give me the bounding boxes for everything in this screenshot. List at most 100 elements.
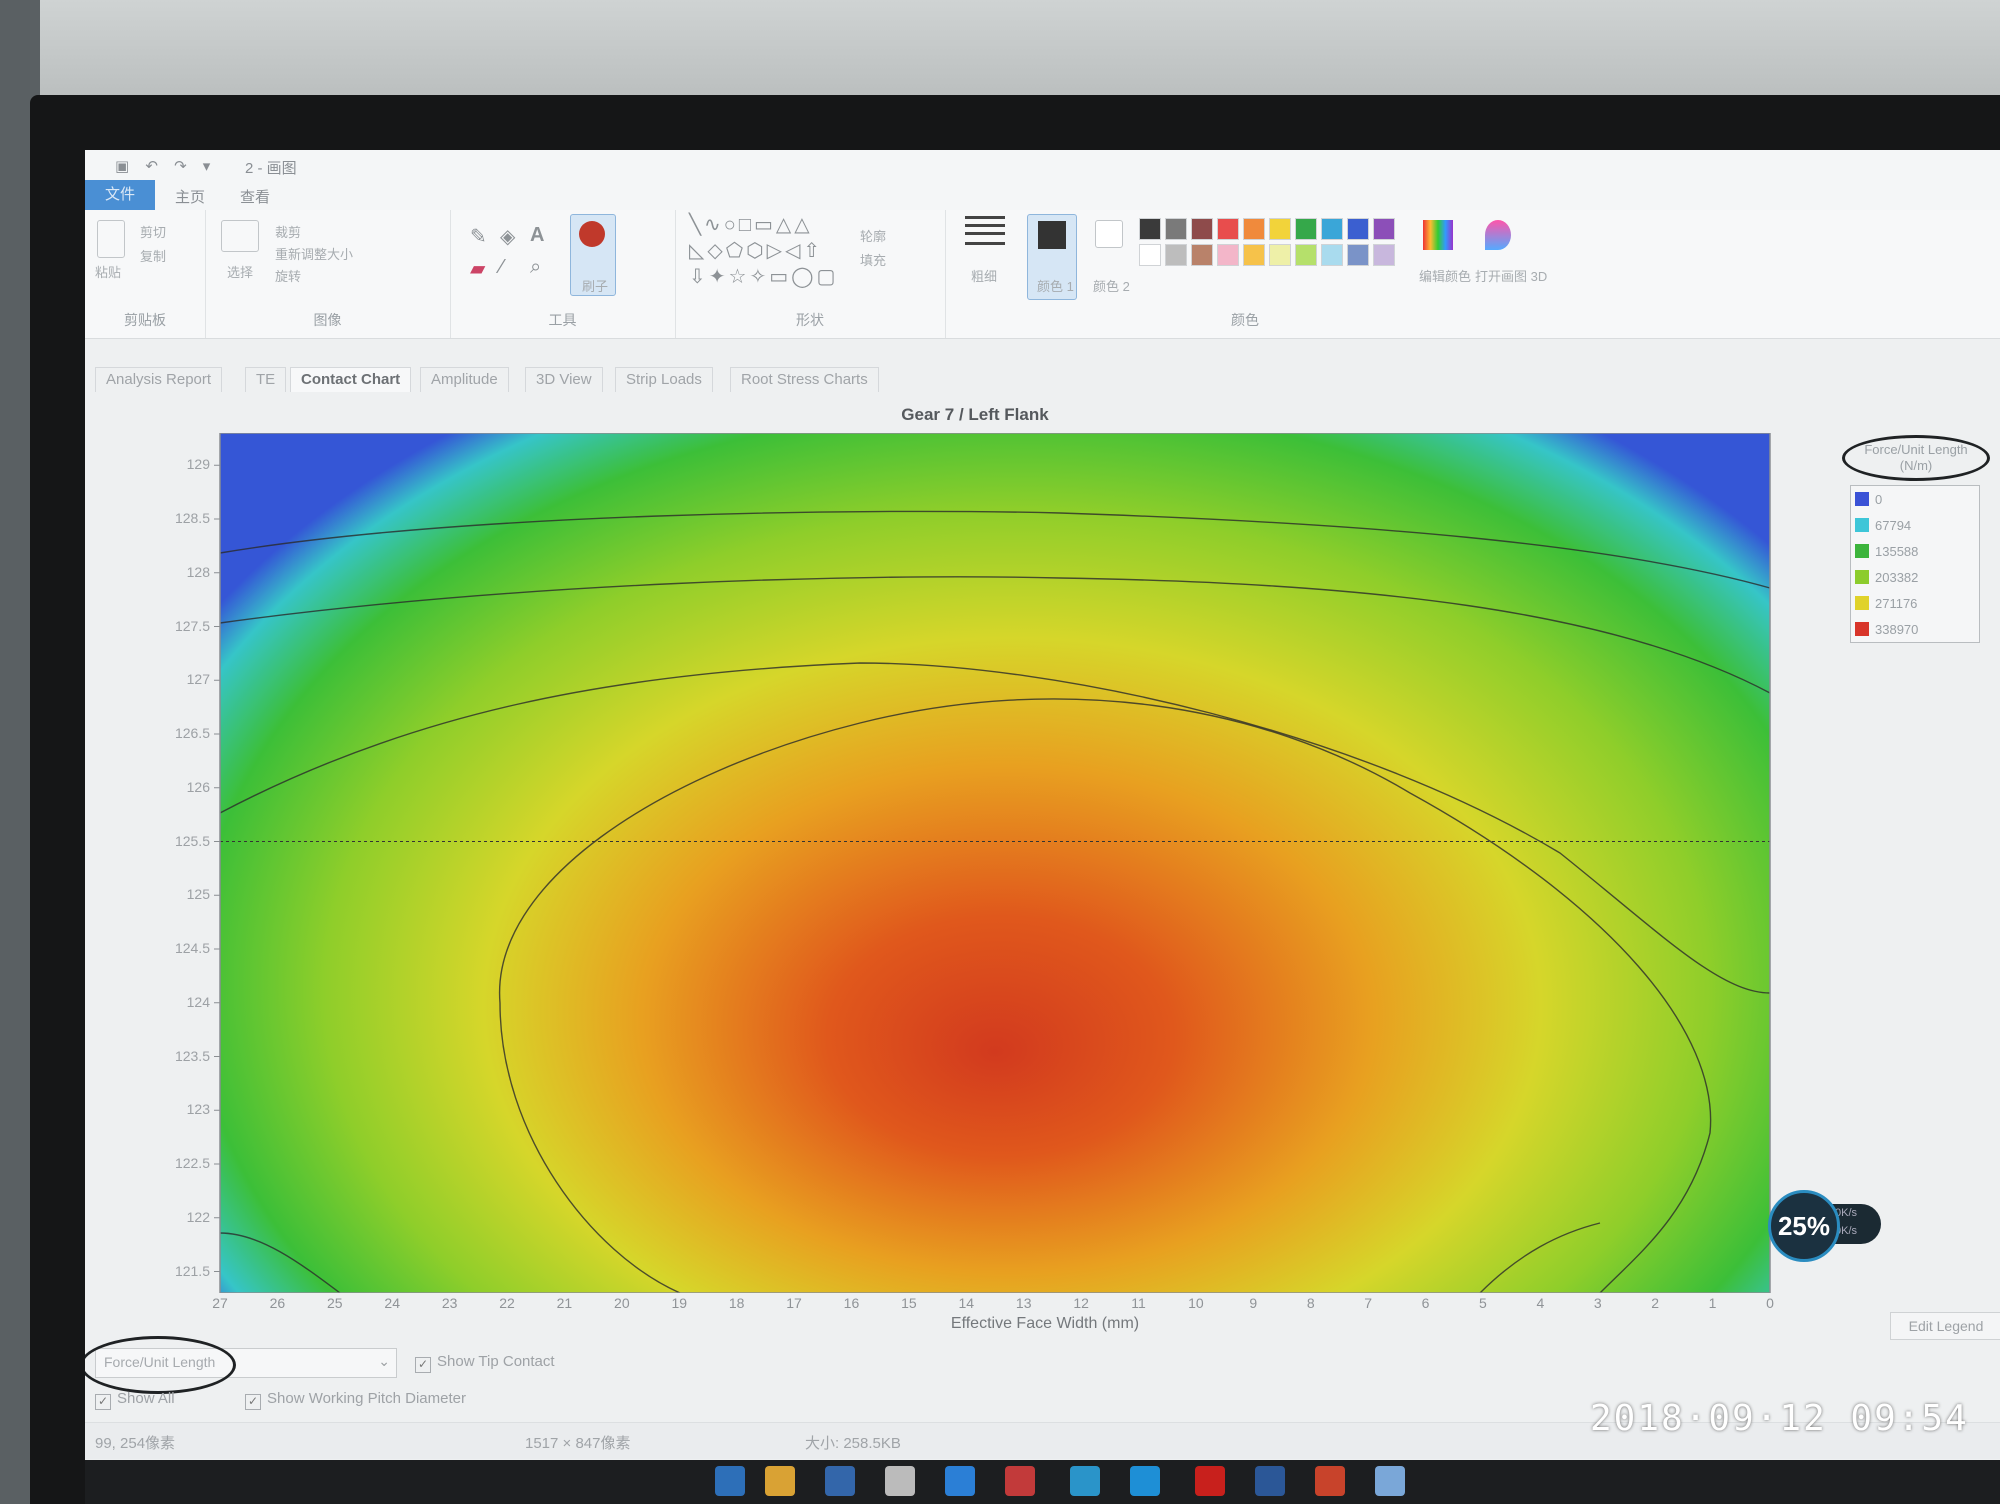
taskbar: [85, 1460, 2000, 1504]
taskbar-app-icon[interactable]: [1070, 1466, 1100, 1496]
tab-strip-loads[interactable]: Strip Loads: [615, 367, 713, 392]
legend-swatch: [1855, 570, 1869, 584]
palette-swatch[interactable]: [1373, 244, 1395, 266]
menu-home[interactable]: 主页: [175, 186, 205, 207]
select-label[interactable]: 选择: [227, 262, 253, 281]
title-bar: ▣ ↶ ↷ ▾ 2 - 画图: [85, 150, 2000, 180]
taskbar-skype-icon[interactable]: [1130, 1466, 1160, 1496]
color-picker-icon[interactable]: ⁄: [500, 256, 503, 279]
show-tip-contact-checkbox[interactable]: ✓ Show Tip Contact: [415, 1353, 555, 1373]
fill-icon[interactable]: ◈: [500, 224, 515, 249]
legend-items: 0 67794 135588 203382 271176 338970: [1850, 485, 1980, 643]
cursor-position: 99, 254像素: [95, 1435, 176, 1452]
quick-access-icons[interactable]: ▣ ↶ ↷ ▾: [115, 157, 216, 175]
palette-swatch[interactable]: [1243, 218, 1265, 240]
size-label[interactable]: 粗细: [971, 266, 997, 285]
taskbar-app-icon[interactable]: [825, 1466, 855, 1496]
palette-swatch[interactable]: [1217, 218, 1239, 240]
x-tick-label: 26: [269, 1295, 286, 1311]
tab-root-stress-charts[interactable]: Root Stress Charts: [730, 367, 879, 392]
outline-label[interactable]: 轮廓: [860, 226, 886, 245]
x-axis-label: Effective Face Width (mm): [950, 1315, 1140, 1332]
menu-file[interactable]: 文件: [85, 180, 155, 210]
speed-percent: 25%: [1768, 1190, 1840, 1262]
palette-swatch[interactable]: [1321, 218, 1343, 240]
edit-legend-button[interactable]: Edit Legend: [1890, 1312, 2000, 1340]
taskbar-app-icon[interactable]: [885, 1466, 915, 1496]
palette-swatch[interactable]: [1347, 218, 1369, 240]
tab-amplitude[interactable]: Amplitude: [420, 367, 509, 392]
taskbar-word-icon[interactable]: [1255, 1466, 1285, 1496]
legend-swatch: [1855, 492, 1869, 506]
legend-swatch: [1855, 622, 1869, 636]
stroke-size-icon[interactable]: [965, 216, 1005, 219]
legend-value: 338970: [1875, 621, 1919, 637]
palette-swatch[interactable]: [1165, 218, 1187, 240]
color2-label[interactable]: 颜色 2: [1093, 276, 1130, 295]
pencil-icon[interactable]: ✎: [470, 224, 487, 249]
edit-colors-label[interactable]: 编辑颜色: [1419, 266, 1471, 285]
taskbar-folder-icon[interactable]: [765, 1466, 795, 1496]
edit-colors-icon[interactable]: [1423, 220, 1453, 250]
palette-swatch[interactable]: [1269, 218, 1291, 240]
x-tick-label: 4: [1536, 1295, 1545, 1311]
palette-swatch[interactable]: [1295, 244, 1317, 266]
color2-swatch[interactable]: [1095, 220, 1123, 248]
resize-label[interactable]: 重新调整大小: [275, 244, 353, 263]
taskbar-app-icon[interactable]: [715, 1466, 745, 1496]
magnifier-icon[interactable]: ⌕: [530, 256, 541, 279]
show-working-pitch-diameter-checkbox[interactable]: ✓ Show Working Pitch Diameter: [245, 1390, 466, 1410]
eraser-icon[interactable]: ▰: [470, 256, 485, 281]
palette-swatch[interactable]: [1165, 244, 1187, 266]
show-all-checkbox[interactable]: ✓ Show All: [95, 1390, 175, 1410]
y-tick-label: 125: [186, 886, 210, 903]
tab-contact-chart[interactable]: Contact Chart: [290, 367, 412, 392]
taskbar-app-icon[interactable]: [945, 1466, 975, 1496]
crop-label[interactable]: 裁剪: [275, 222, 301, 241]
paste-label[interactable]: 粘贴: [95, 262, 121, 281]
shapes-gallery[interactable]: ╲∿○□▭△△ ◺◇⬠⬡▷◁⇧ ⇩✦☆✧▭◯▢: [689, 212, 838, 290]
chevron-down-icon: ⌄: [378, 1353, 390, 1369]
rotate-label[interactable]: 旋转: [275, 266, 301, 285]
paint3d-icon[interactable]: [1485, 220, 1511, 250]
palette-swatch[interactable]: [1269, 244, 1291, 266]
cut-label[interactable]: 剪切: [140, 222, 166, 241]
fill-label[interactable]: 填充: [860, 250, 886, 269]
color-palette[interactable]: [1139, 218, 1409, 282]
text-icon[interactable]: A: [530, 224, 544, 247]
palette-swatch[interactable]: [1295, 218, 1317, 240]
window-title: 2 - 画图: [245, 160, 297, 177]
palette-swatch[interactable]: [1139, 244, 1161, 266]
x-tick-label: 6: [1421, 1295, 1430, 1311]
palette-swatch[interactable]: [1321, 244, 1343, 266]
tab-analysis-report[interactable]: Analysis Report: [95, 367, 223, 392]
taskbar-acrobat-icon[interactable]: [1195, 1466, 1225, 1496]
palette-swatch[interactable]: [1139, 218, 1161, 240]
legend-item: 67794: [1851, 512, 1979, 538]
paste-icon[interactable]: [97, 220, 125, 258]
palette-swatch[interactable]: [1191, 218, 1213, 240]
palette-swatch[interactable]: [1243, 244, 1265, 266]
taskbar-app-icon[interactable]: [1005, 1466, 1035, 1496]
select-icon[interactable]: [221, 220, 259, 252]
palette-swatch[interactable]: [1373, 218, 1395, 240]
x-tick-label: 17: [786, 1295, 802, 1311]
taskbar-paint-icon[interactable]: [1375, 1466, 1405, 1496]
y-tick-label: 128: [186, 563, 210, 580]
checkbox-checked-icon: ✓: [415, 1357, 431, 1373]
palette-swatch[interactable]: [1217, 244, 1239, 266]
paint3d-label[interactable]: 打开画图 3D: [1475, 266, 1547, 285]
x-tick-label: 15: [901, 1295, 917, 1311]
monitor-screen: ▣ ↶ ↷ ▾ 2 - 画图 文件 主页 查看 粘贴 剪切 复制 剪贴板 选择 …: [85, 150, 2000, 1504]
taskbar-powerpoint-icon[interactable]: [1315, 1466, 1345, 1496]
ribbon-group-clipboard-label: 剪贴板: [124, 312, 166, 328]
network-speed-widget[interactable]: 0K/s 0K/s 25%: [1768, 1190, 1881, 1262]
menu-view[interactable]: 查看: [240, 186, 270, 207]
tab-3d-view[interactable]: 3D View: [525, 367, 603, 392]
palette-swatch[interactable]: [1191, 244, 1213, 266]
contact-chart-plot: [160, 433, 1848, 1293]
tab-te[interactable]: TE: [245, 367, 287, 392]
x-tick-label: 3: [1593, 1295, 1602, 1311]
palette-swatch[interactable]: [1347, 244, 1369, 266]
copy-label[interactable]: 复制: [140, 246, 166, 265]
